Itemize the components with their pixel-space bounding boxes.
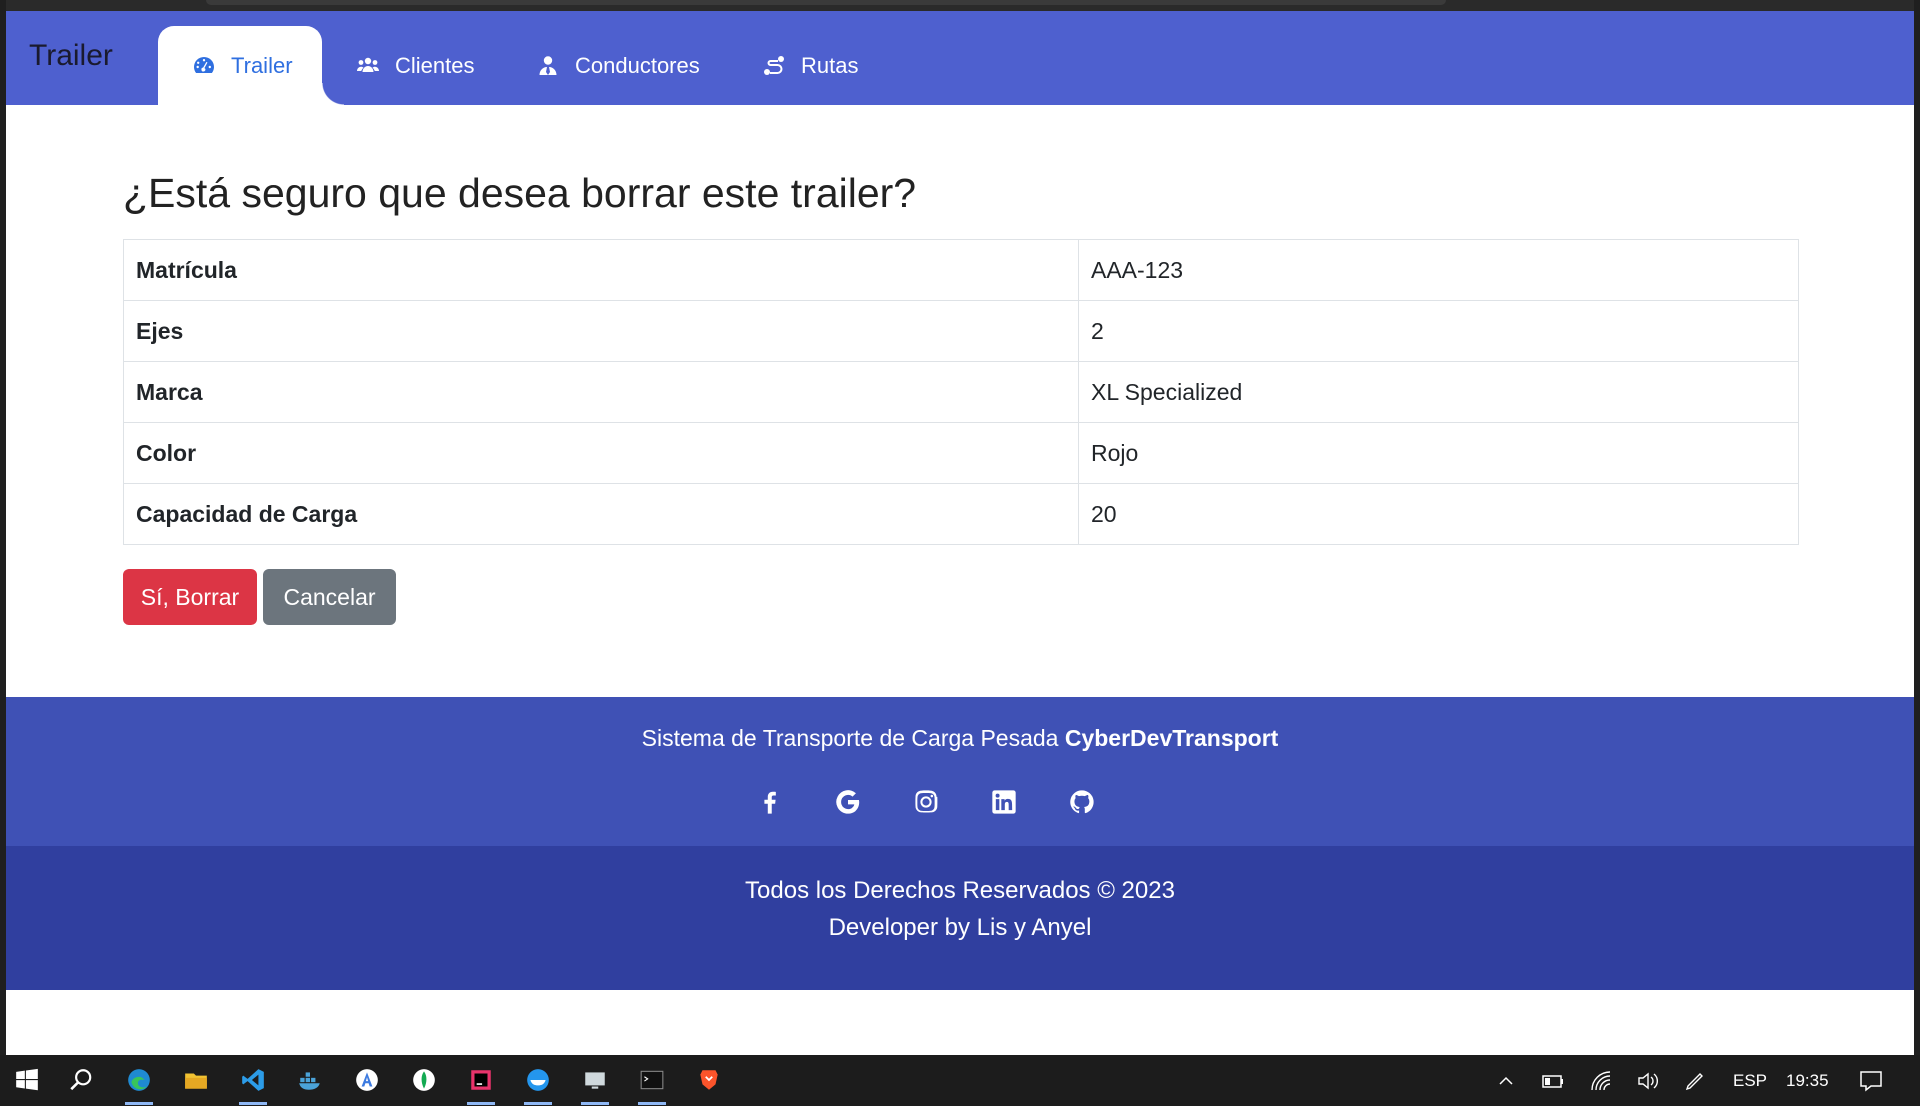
clock[interactable]: 19:35 (1786, 1055, 1829, 1106)
field-value: 2 (1078, 300, 1799, 362)
table-row: Matrícula AAA-123 (123, 239, 1799, 301)
google-icon[interactable] (834, 788, 862, 816)
tab-clientes[interactable]: Clientes (356, 26, 474, 105)
file-explorer-icon[interactable] (179, 1063, 213, 1097)
tab-rutas[interactable]: Rutas (762, 26, 858, 105)
footer-bottom: Todos los Derechos Reservados © 2023 Dev… (6, 846, 1914, 990)
field-value: 20 (1078, 483, 1799, 545)
volume-icon[interactable] (1636, 1055, 1662, 1106)
users-icon (357, 57, 379, 72)
intellij-icon[interactable] (464, 1063, 498, 1105)
delete-confirmation: ¿Está seguro que desea borrar este trail… (123, 170, 1799, 625)
instagram-icon[interactable] (912, 788, 940, 816)
footer-top: Sistema de Transporte de Carga Pesada Cy… (6, 697, 1914, 846)
github-icon[interactable] (1068, 788, 1096, 816)
linkedin-icon[interactable] (990, 788, 1018, 816)
brave-browser-icon[interactable] (692, 1063, 726, 1097)
cancel-button[interactable]: Cancelar (263, 569, 396, 625)
docker-desktop-icon[interactable] (521, 1063, 555, 1105)
tab-label: Conductores (575, 52, 700, 78)
field-label: Matrícula (123, 239, 1079, 301)
confirm-delete-button[interactable]: Sí, Borrar (123, 569, 257, 625)
tab-trailer[interactable]: Trailer (158, 26, 344, 105)
wifi-icon[interactable] (1590, 1055, 1614, 1106)
page-title: ¿Está seguro que desea borrar este trail… (123, 170, 917, 216)
field-label: Capacidad de Carga (123, 483, 1079, 545)
field-value: XL Specialized (1078, 361, 1799, 423)
android-studio-icon[interactable] (350, 1063, 384, 1097)
footer-tagline: Sistema de Transporte de Carga Pesada Cy… (6, 725, 1914, 752)
navbar: Trailer Trailer Clientes Conductores Rut… (6, 11, 1914, 105)
terminal-icon[interactable] (635, 1063, 669, 1105)
tab-label: Rutas (801, 52, 859, 78)
table-row: Capacidad de Carga 20 (123, 483, 1799, 545)
language-indicator[interactable]: ESP (1733, 1055, 1767, 1106)
pen-icon[interactable] (1684, 1055, 1708, 1106)
route-icon (764, 55, 784, 75)
vscode-icon[interactable] (236, 1063, 270, 1105)
credits-text: Developer by Lis y Anyel (828, 914, 1092, 941)
tab-label: Clientes (395, 52, 475, 78)
table-row: Ejes 2 (123, 300, 1799, 362)
remote-desktop-icon[interactable] (578, 1063, 612, 1105)
field-value: AAA-123 (1078, 239, 1799, 301)
field-label: Marca (123, 361, 1079, 423)
tab-conductores[interactable]: Conductores (536, 26, 700, 105)
facebook-icon[interactable] (756, 788, 784, 816)
docker-app-icon[interactable] (293, 1063, 327, 1097)
action-buttons: Sí, Borrar Cancelar (123, 569, 396, 625)
table-row: Color Rojo (123, 422, 1799, 484)
battery-icon[interactable] (1540, 1055, 1566, 1106)
field-label: Ejes (123, 300, 1079, 362)
footer-tagline-text: Sistema de Transporte de Carga Pesada (641, 725, 1065, 751)
edge-browser-icon[interactable] (122, 1063, 156, 1105)
footer-brand: CyberDevTransport (1064, 725, 1279, 751)
windows-start-icon[interactable] (10, 1063, 44, 1097)
show-hidden-icons-chevron-up-icon[interactable] (1497, 1055, 1515, 1106)
trailer-details-table: Matrícula AAA-123 Ejes 2 Marca XL Specia… (123, 239, 1799, 545)
mongodb-compass-icon[interactable] (407, 1063, 441, 1097)
copyright-text: Todos los Derechos Reservados © 2023 (745, 877, 1175, 904)
browser-window: Trailer Trailer Clientes Conductores Rut… (6, 0, 1914, 1055)
field-value: Rojo (1078, 422, 1799, 484)
window-top-strip (6, 0, 1914, 11)
navbar-brand[interactable]: Trailer (29, 39, 113, 73)
field-label: Color (123, 422, 1079, 484)
table-row: Marca XL Specialized (123, 361, 1799, 423)
search-icon[interactable] (64, 1063, 98, 1097)
notifications-icon[interactable] (1858, 1055, 1884, 1106)
tab-label: Trailer (231, 52, 293, 78)
windows-taskbar: ESP 19:35 (0, 1055, 1920, 1106)
gauge-icon (194, 56, 214, 73)
user-tie-icon (539, 55, 557, 75)
social-links (756, 788, 1096, 816)
